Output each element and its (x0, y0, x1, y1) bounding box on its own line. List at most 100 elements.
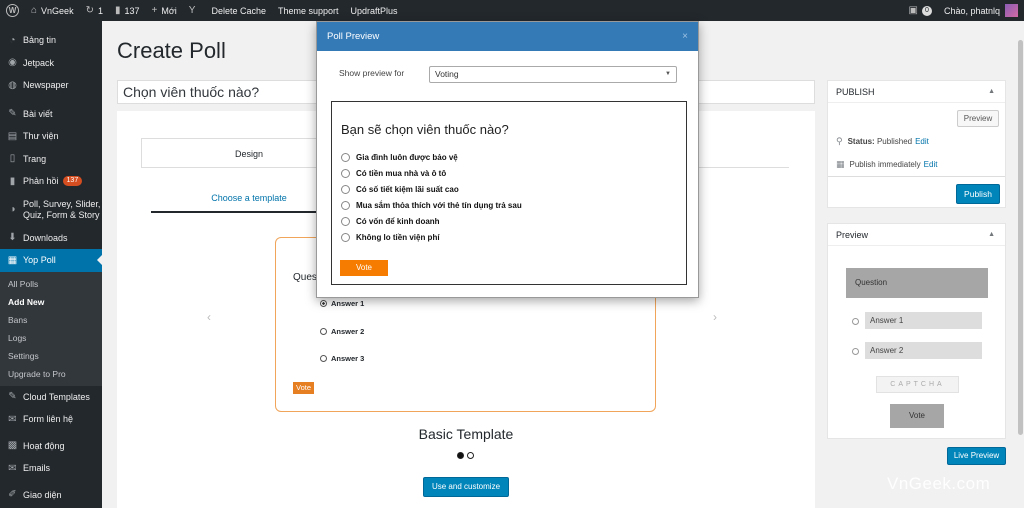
submenu-bans[interactable]: Bans (0, 311, 102, 329)
scrollbar-thumb[interactable] (1018, 40, 1023, 435)
live-preview-button[interactable]: Live Preview (947, 447, 1006, 465)
carousel-prev-arrow-icon[interactable]: ‹ (207, 310, 211, 324)
wordpress-logo-icon: W (6, 4, 19, 17)
publish-box-title: PUBLISH (836, 87, 875, 97)
carousel-dot[interactable] (467, 452, 474, 459)
close-icon[interactable]: × (682, 22, 688, 51)
template-answer: Answer 1 (320, 299, 364, 308)
modal-poll-answer[interactable]: Không lo tiền viện phí (341, 233, 440, 242)
yoast-menu[interactable]: Y (183, 0, 206, 21)
show-preview-for-select[interactable]: Voting ▼ (429, 66, 677, 83)
sidebar-item-comments[interactable]: ▮ Phản hồi 137 (0, 170, 102, 193)
sidebar-item-label: Downloads (23, 232, 68, 243)
sidebar-item-contact-form[interactable]: ✉ Form liên hệ (0, 408, 102, 431)
pin-icon: ✎ (8, 391, 17, 403)
template-answer-label: Answer 2 (331, 327, 365, 336)
sidebar-item-activity[interactable]: ▩ Hoạt động (0, 435, 102, 458)
account-menu[interactable]: Chào, phatnlq (938, 0, 1024, 21)
avatar (1005, 4, 1018, 17)
sidebar-item-label: Poll, Survey, Slider, Quiz, Form & Story (23, 198, 101, 220)
email-icon: ✉ (8, 462, 17, 474)
notification-menu[interactable]: ▣ 0 (903, 0, 938, 21)
answer-label: Có vốn để kinh doanh (356, 217, 440, 226)
modal-poll-preview: Bạn sẽ chọn viên thuốc nào? Gia đình luô… (331, 101, 687, 285)
preview-answer: Answer 2 (865, 342, 982, 359)
answer-label: Mua sắm thỏa thích với thẻ tín dụng trả … (356, 201, 522, 210)
theme-support-link[interactable]: Theme support (272, 0, 345, 21)
modal-poll-answer[interactable]: Có số tiết kiệm lãi suất cao (341, 185, 459, 194)
notification-count: 0 (921, 5, 932, 16)
edit-status-link[interactable]: Edit (915, 137, 929, 146)
sidebar-item-posts[interactable]: ✎ Bài viết (0, 103, 102, 126)
radio-icon (320, 328, 327, 335)
modal-poll-answer[interactable]: Mua sắm thỏa thích với thẻ tín dụng trả … (341, 201, 522, 210)
modal-poll-answer[interactable]: Có vốn để kinh doanh (341, 217, 440, 226)
modal-poll-answer[interactable]: Gia đình luôn được bảo vệ (341, 153, 458, 162)
answer-label: Có tiền mua nhà và ô tô (356, 169, 447, 178)
collapse-arrow-icon[interactable]: ▲ (988, 81, 995, 103)
modal-header: Poll Preview × (317, 22, 698, 51)
modal-poll-answer[interactable]: Có tiền mua nhà và ô tô (341, 169, 446, 178)
preview-button[interactable]: Preview (957, 110, 999, 127)
publish-box-header[interactable]: PUBLISH ▲ (828, 81, 1005, 103)
pin-icon: ⚲ (836, 136, 843, 146)
mail-icon: ✉ (8, 413, 17, 425)
radio-icon[interactable] (341, 201, 350, 210)
carousel-next-arrow-icon[interactable]: › (713, 310, 717, 324)
sidebar-item-dashboard[interactable]: ◔ Bảng tin (0, 29, 102, 52)
sidebar-item-jetpack[interactable]: ◉ Jetpack (0, 52, 102, 75)
sidebar-item-newspaper[interactable]: ◍ Newspaper (0, 74, 102, 97)
collapse-arrow-icon[interactable]: ▲ (988, 224, 995, 246)
answer-label: Không lo tiền viện phí (356, 233, 440, 242)
wp-logo-menu[interactable]: W (0, 0, 25, 21)
answer-label: Có số tiết kiệm lãi suất cao (356, 185, 459, 194)
plus-icon: + (151, 5, 158, 16)
sidebar-item-appearance[interactable]: ✐ Giao diện (0, 484, 102, 507)
page-title: Create Poll (117, 38, 226, 63)
status-value: Published (876, 137, 913, 146)
sidebar-item-label: Hoạt động (23, 440, 65, 451)
sidebar-item-pages[interactable]: ▯ Trang (0, 148, 102, 171)
sidebar-item-downloads[interactable]: ⬇ Downloads (0, 227, 102, 250)
watermark: VnGeek.com (887, 474, 991, 493)
poll-preview-modal: Poll Preview × Show preview for Voting ▼… (316, 21, 699, 298)
sidebar-item-label: Trang (23, 153, 47, 164)
delete-cache-link[interactable]: Delete Cache (205, 0, 272, 21)
submenu-settings[interactable]: Settings (0, 347, 102, 365)
publish-button[interactable]: Publish (956, 184, 1000, 204)
radio-icon[interactable] (341, 217, 350, 226)
jetpack-icon: ◉ (8, 57, 17, 69)
template-question: Ques (293, 272, 317, 283)
updraftplus-link[interactable]: UpdraftPlus (345, 0, 404, 21)
answer-label: Gia đình luôn được bảo vệ (356, 153, 458, 162)
new-content-menu[interactable]: + Mới (146, 0, 183, 21)
modal-vote-button[interactable]: Vote (340, 260, 388, 276)
sidebar-item-media[interactable]: ▤ Thư viện (0, 125, 102, 148)
sidebar-item-poll-survey[interactable]: ◑ Poll, Survey, Slider, Quiz, Form & Stor… (0, 193, 102, 227)
use-and-customize-button[interactable]: Use and customize (423, 477, 509, 497)
updates-menu[interactable]: ↻ 1 (80, 0, 109, 21)
home-icon: ⌂ (31, 5, 38, 16)
sidebar-item-emails[interactable]: ✉ Emails (0, 457, 102, 480)
radio-icon[interactable] (341, 169, 350, 178)
template-vote-button: Vote (293, 382, 315, 394)
submenu-add-new[interactable]: Add New (0, 293, 102, 311)
sidebar-item-yop-poll[interactable]: ▦ Yop Poll (0, 249, 102, 272)
radio-icon[interactable] (341, 233, 350, 242)
radio-icon (320, 355, 327, 362)
sidebar-item-label: Bảng tin (23, 35, 57, 46)
poll-icon: ◑ (9, 204, 16, 215)
submenu-all-polls[interactable]: All Polls (0, 275, 102, 293)
publish-immediately-label: Publish immediately (849, 160, 921, 169)
site-name-menu[interactable]: ⌂ VnGeek (25, 0, 80, 21)
comments-menu[interactable]: ▮ 137 (109, 0, 146, 21)
carousel-dot-active[interactable] (457, 452, 464, 459)
radio-icon[interactable] (341, 153, 350, 162)
comments-icon: ▮ (9, 175, 16, 187)
edit-schedule-link[interactable]: Edit (924, 160, 938, 169)
submenu-logs[interactable]: Logs (0, 329, 102, 347)
radio-icon[interactable] (341, 185, 350, 194)
sidebar-item-cloud-templates[interactable]: ✎ Cloud Templates (0, 386, 102, 409)
submenu-upgrade[interactable]: Upgrade to Pro (0, 365, 102, 383)
preview-box-header[interactable]: Preview ▲ (828, 224, 1005, 246)
